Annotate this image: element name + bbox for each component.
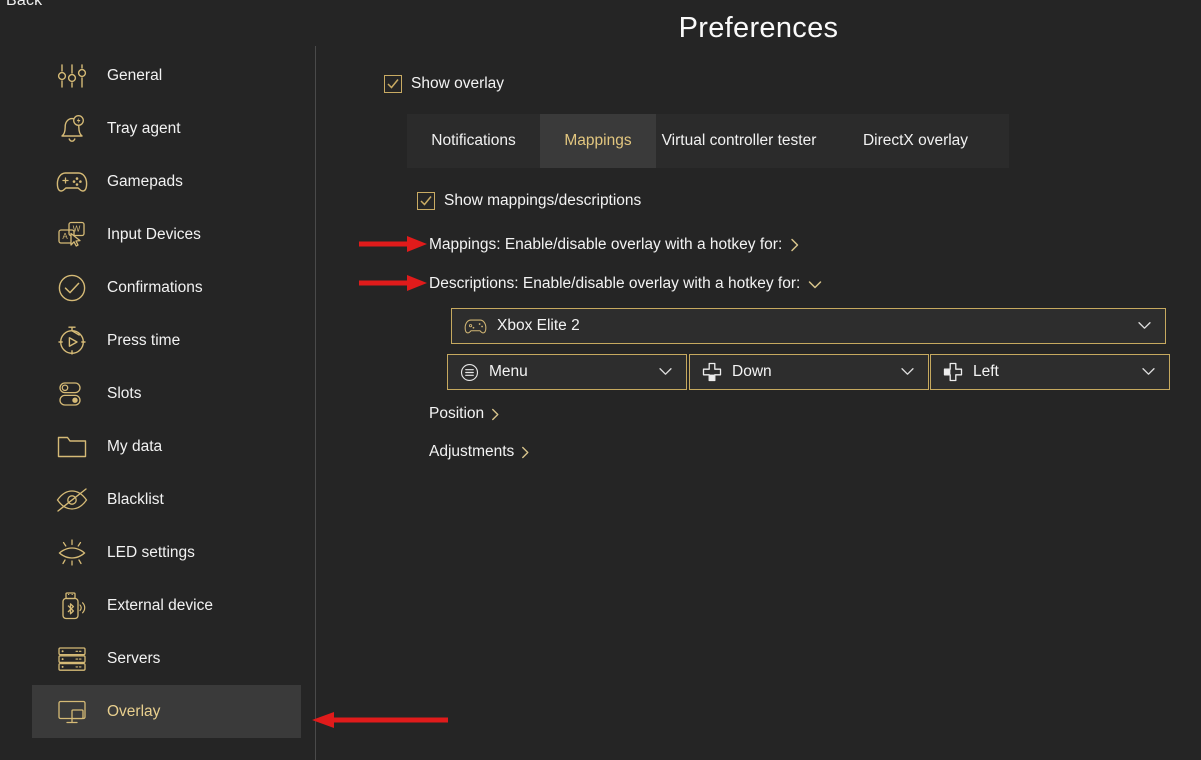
sidebar-item-slots[interactable]: Slots [32,367,301,420]
adjustments-link[interactable]: Adjustments [429,443,531,461]
toggles-icon [50,374,94,414]
svg-text:A: A [62,232,68,241]
show-mappings-label: Show mappings/descriptions [444,192,642,209]
show-mappings-row[interactable]: Show mappings/descriptions [417,192,641,210]
bell-bolt-icon [50,109,94,149]
position-link-label: Position [429,405,485,422]
button-selector-down-value: Down [732,363,772,380]
sidebar-item-label: External device [107,596,213,614]
chevron-down-icon[interactable] [1141,363,1156,381]
button-selector-menu[interactable]: Menu [447,354,687,390]
show-mappings-checkbox[interactable] [417,192,435,210]
sidebar-item-press-time[interactable]: Press time [32,314,301,367]
mappings-hotkey-label: Mappings: Enable/disable overlay with a … [429,236,783,253]
tab-directx-overlay[interactable]: DirectX overlay [822,114,1009,168]
button-selector-down[interactable]: Down [689,354,929,390]
main-content: Preferences Show overlay Notifications Ma… [316,0,1201,760]
menu-button-icon [460,363,479,382]
sidebar-item-general[interactable]: General [32,49,301,102]
monitor-overlay-icon [50,692,94,732]
sidebar-item-label: Overlay [107,702,161,720]
device-selector-value: Xbox Elite 2 [497,317,580,334]
sidebar-item-confirmations[interactable]: Confirmations [32,261,301,314]
back-button[interactable]: Back [6,0,42,10]
tab-mappings[interactable]: Mappings [540,114,656,168]
descriptions-hotkey-row[interactable]: Descriptions: Enable/disable overlay wit… [429,275,823,293]
led-light-icon [50,533,94,573]
chevron-right-icon[interactable] [789,237,801,253]
folder-icon [50,427,94,467]
sidebar-item-servers[interactable]: Servers [32,632,301,685]
sidebar-item-overlay[interactable]: Overlay [32,685,301,738]
sidebar-item-label: Gamepads [107,172,183,190]
tab-bar: Notifications Mappings Virtual controller … [407,114,1009,168]
sidebar-item-label: General [107,66,163,84]
sidebar-item-label: Slots [107,384,142,402]
check-circle-icon [50,268,94,308]
sidebar-item-label: Press time [107,331,181,349]
chevron-down-icon[interactable] [658,363,673,381]
button-selector-menu-value: Menu [489,363,528,380]
sidebar-item-blacklist[interactable]: Blacklist [32,473,301,526]
sidebar-item-my-data[interactable]: My data [32,420,301,473]
position-link[interactable]: Position [429,405,501,423]
stopwatch-play-icon [50,321,94,361]
adjustments-link-label: Adjustments [429,443,515,460]
gamepad-icon [464,318,487,335]
dpad-down-icon [702,362,722,382]
sidebar-item-label: Input Devices [107,225,201,243]
chevron-right-icon[interactable] [490,407,501,422]
sidebar-item-label: LED settings [107,543,195,561]
check-icon [420,196,432,206]
chevron-right-icon[interactable] [520,445,531,460]
gamepad-icon [50,162,94,202]
chevron-down-icon[interactable] [807,278,823,290]
sidebar-item-label: Tray agent [107,119,181,137]
sidebar-item-label: Servers [107,649,161,667]
device-selector[interactable]: Xbox Elite 2 [451,308,1166,344]
show-overlay-row[interactable]: Show overlay [384,75,504,93]
sidebar-item-gamepads[interactable]: Gamepads [32,155,301,208]
keyboard-cursor-icon: W A [50,215,94,255]
sidebar-item-label: My data [107,437,163,455]
sidebar-item-led-settings[interactable]: LED settings [32,526,301,579]
show-overlay-checkbox[interactable] [384,75,402,93]
button-selector-left-value: Left [973,363,999,380]
servers-icon [50,639,94,679]
show-overlay-label: Show overlay [411,75,505,92]
eye-slash-icon [50,480,94,520]
check-icon [387,79,399,89]
sidebar-nav: General Tray agent Gamepads W A Input De… [0,40,314,760]
chevron-down-icon[interactable] [1137,317,1152,335]
tab-virtual-controller-tester[interactable]: Virtual controller tester [656,114,822,168]
descriptions-hotkey-label: Descriptions: Enable/disable overlay wit… [429,275,801,292]
button-selector-left[interactable]: Left [930,354,1170,390]
usb-bluetooth-icon [50,586,94,626]
dpad-left-icon [943,362,963,382]
tab-notifications[interactable]: Notifications [407,114,540,168]
app-window: Back General Tray agent Gamepads W A Inp… [0,0,1201,760]
mappings-hotkey-row[interactable]: Mappings: Enable/disable overlay with a … [429,236,801,254]
sidebar-item-tray-agent[interactable]: Tray agent [32,102,301,155]
sidebar-item-input-devices[interactable]: W A Input Devices [32,208,301,261]
sidebar-item-label: Blacklist [107,490,164,508]
sidebar-item-external-device[interactable]: External device [32,579,301,632]
sliders-icon [50,56,94,96]
page-title: Preferences [678,12,839,44]
chevron-down-icon[interactable] [900,363,915,381]
sidebar-item-label: Confirmations [107,278,203,296]
